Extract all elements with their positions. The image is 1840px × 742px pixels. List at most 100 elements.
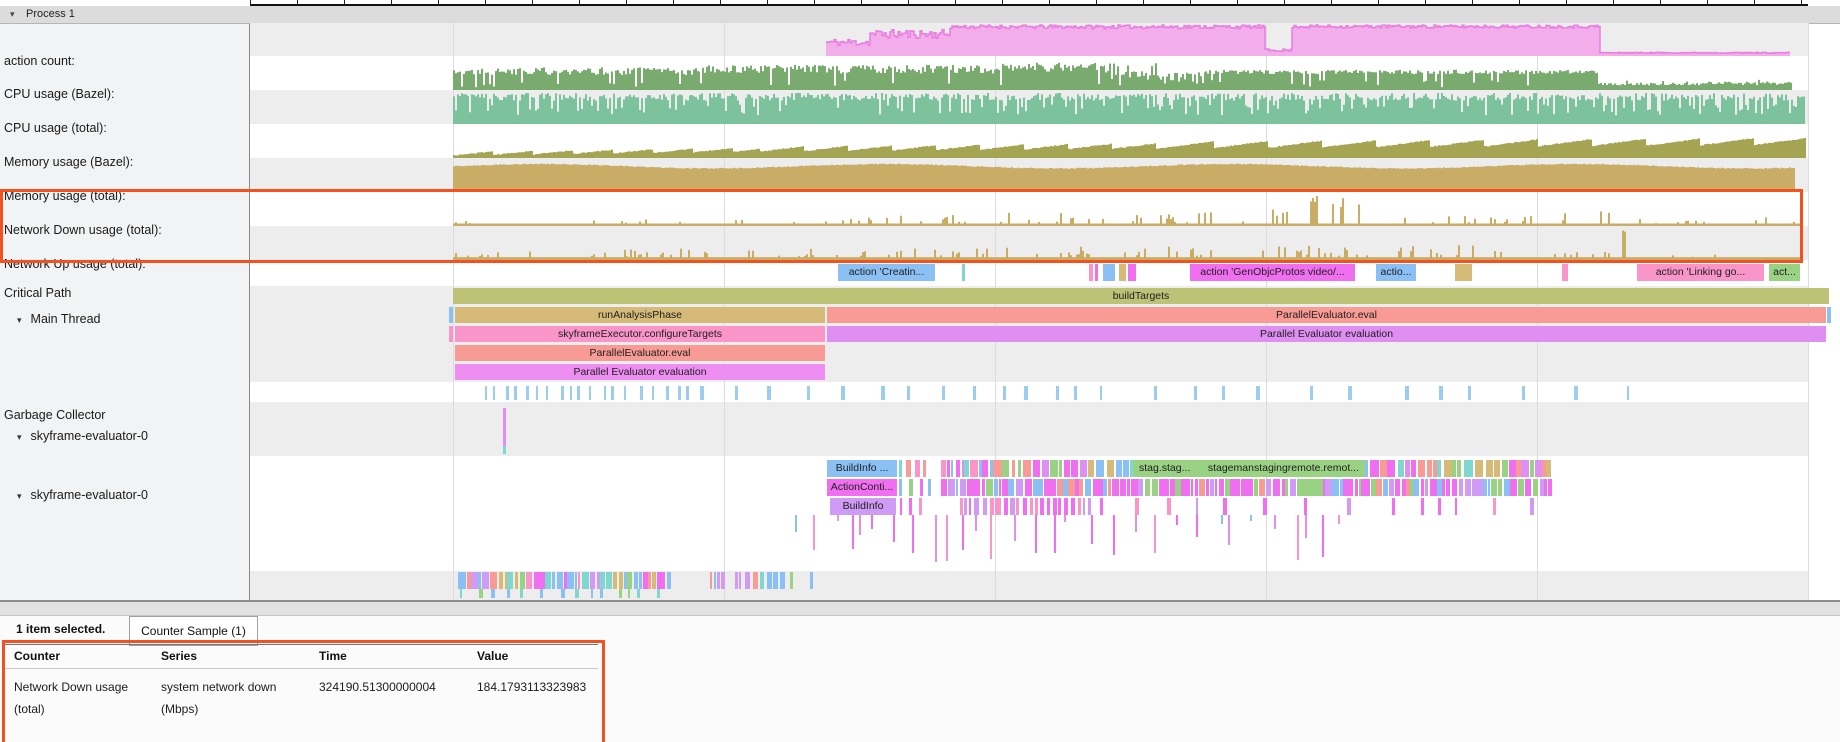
evaluator-slice[interactable] <box>1096 460 1104 477</box>
cpu-heavy-slice[interactable] <box>552 572 555 589</box>
evaluator-slice[interactable] <box>1012 460 1016 477</box>
evaluator-slice[interactable] <box>1380 460 1386 477</box>
evaluator-slice[interactable] <box>503 408 506 446</box>
evaluator-slice[interactable] <box>1035 498 1038 515</box>
evaluator-slice[interactable] <box>1411 460 1417 477</box>
evaluator-slice[interactable] <box>956 479 959 496</box>
evaluator-slice[interactable] <box>1059 460 1062 477</box>
evaluator-slice[interactable] <box>1452 479 1458 496</box>
evaluator-slice[interactable] <box>1530 498 1534 515</box>
evaluator-slice[interactable] <box>1016 498 1019 515</box>
cpu-heavy-slice[interactable] <box>810 572 812 589</box>
evaluator-slice[interactable] <box>1282 479 1285 496</box>
evaluator-slice[interactable] <box>1088 498 1092 515</box>
evaluator-slice[interactable] <box>1075 479 1079 496</box>
cpu-heavy-slice[interactable] <box>600 572 605 589</box>
evaluator-slice[interactable] <box>1037 479 1043 496</box>
main-thread-span[interactable] <box>449 326 453 342</box>
critical-path-slice[interactable] <box>962 264 965 281</box>
cpu-heavy-slice[interactable] <box>491 589 495 598</box>
gc-tick[interactable] <box>546 386 549 400</box>
cpu-heavy-slice[interactable] <box>745 572 750 589</box>
gc-tick[interactable] <box>1468 386 1471 400</box>
cpu-heavy-slice[interactable] <box>526 572 532 589</box>
gc-tick[interactable] <box>942 386 946 400</box>
collapse-triangle-icon[interactable]: ▾ <box>17 432 22 442</box>
cpu-heavy-slice[interactable] <box>515 572 518 589</box>
evaluator-slice[interactable] <box>982 460 988 477</box>
evaluator-slice[interactable] <box>1398 460 1404 477</box>
evaluator-slice[interactable] <box>1023 498 1028 515</box>
evaluator-slice[interactable] <box>899 460 902 477</box>
evaluator-slice[interactable] <box>1196 498 1198 515</box>
evaluator-slice[interactable] <box>1361 479 1367 496</box>
critical-path-slice[interactable] <box>1095 264 1098 281</box>
evaluator-slice[interactable] <box>1446 479 1450 496</box>
evaluator-slice[interactable] <box>1254 479 1258 496</box>
evaluator-slice[interactable] <box>1452 460 1456 477</box>
main-thread-span[interactable]: skyframeExecutor.configureTargets <box>455 326 825 342</box>
evaluator-slice[interactable] <box>960 479 966 496</box>
evaluator-slice[interactable] <box>960 498 963 515</box>
evaluator-slice[interactable] <box>1406 479 1409 496</box>
main-thread-span[interactable]: Parallel Evaluator evaluation <box>455 364 825 380</box>
cpu-heavy-slice[interactable] <box>628 589 630 598</box>
cpu-heavy-slice[interactable] <box>520 589 523 598</box>
gc-tick[interactable] <box>611 386 613 400</box>
evaluator-slice[interactable] <box>956 460 960 477</box>
evaluator-slice[interactable] <box>1049 479 1055 496</box>
evaluator-slice[interactable] <box>920 479 923 496</box>
gc-tick[interactable] <box>604 386 607 400</box>
evaluator-slice[interactable] <box>1223 498 1227 515</box>
cpu-heavy-slice[interactable] <box>667 572 670 589</box>
evaluator-slice[interactable] <box>1259 479 1265 496</box>
evaluator-slice[interactable] <box>1152 479 1158 496</box>
cpu-heavy-slice[interactable] <box>634 572 637 589</box>
gc-tick[interactable] <box>561 386 563 400</box>
evaluator-slice[interactable] <box>941 460 946 477</box>
evaluator-slice[interactable] <box>1210 479 1215 496</box>
evaluator-slice[interactable] <box>909 498 912 515</box>
critical-path-slice[interactable]: action 'Linking go... <box>1637 264 1764 281</box>
evaluator-slice[interactable] <box>1266 479 1271 496</box>
gc-tick[interactable] <box>767 386 771 400</box>
evaluator-slice[interactable] <box>1546 460 1551 477</box>
gc-tick[interactable] <box>1056 386 1060 400</box>
cpu-heavy-slice[interactable] <box>790 572 793 589</box>
evaluator-slice[interactable] <box>1486 460 1493 477</box>
cpu-heavy-slice[interactable] <box>471 572 478 589</box>
evaluator-slice[interactable] <box>1083 498 1086 515</box>
gc-tick[interactable] <box>1194 386 1196 400</box>
cpu-heavy-slice[interactable] <box>575 572 578 589</box>
evaluator-slice[interactable] <box>1347 498 1351 515</box>
critical-path-slice[interactable]: actio... <box>1376 264 1416 281</box>
evaluator-slice[interactable] <box>1127 479 1130 496</box>
evaluator-slice[interactable] <box>999 479 1001 496</box>
evaluator-slice[interactable] <box>1206 479 1208 496</box>
cpu-heavy-slice[interactable] <box>575 589 578 598</box>
evaluator-slice[interactable] <box>1491 479 1498 496</box>
evaluator-slice[interactable] <box>970 460 977 477</box>
panel-divider[interactable] <box>0 600 1840 616</box>
evaluator-slice[interactable] <box>906 460 910 477</box>
cpu-heavy-slice[interactable] <box>657 572 665 589</box>
main-thread-span[interactable]: ParallelEvaluator.eval <box>455 345 825 361</box>
critical-path-slice[interactable] <box>1119 264 1126 281</box>
evaluator-slice[interactable] <box>1131 479 1138 496</box>
critical-path-slice[interactable]: action 'Creatin... <box>838 264 935 281</box>
evaluator-slice[interactable] <box>1457 460 1461 477</box>
gc-tick[interactable] <box>506 386 508 400</box>
evaluator-slice[interactable] <box>1195 479 1198 496</box>
evaluator-slice[interactable] <box>1540 479 1544 496</box>
cpu-heavy-slice[interactable] <box>460 589 462 598</box>
critical-path-slice[interactable] <box>1128 264 1136 281</box>
evaluator-slice[interactable] <box>1418 460 1425 477</box>
gc-tick[interactable] <box>640 386 643 400</box>
evaluator-slice[interactable] <box>1444 460 1452 477</box>
critical-path-slice[interactable]: act... <box>1769 264 1800 281</box>
evaluator-slice[interactable] <box>1042 460 1048 477</box>
cpu-heavy-slice[interactable] <box>507 572 513 589</box>
gc-tick[interactable] <box>1310 386 1313 400</box>
evaluator-slice[interactable] <box>1120 479 1126 496</box>
cpu-heavy-slice[interactable] <box>557 572 563 589</box>
